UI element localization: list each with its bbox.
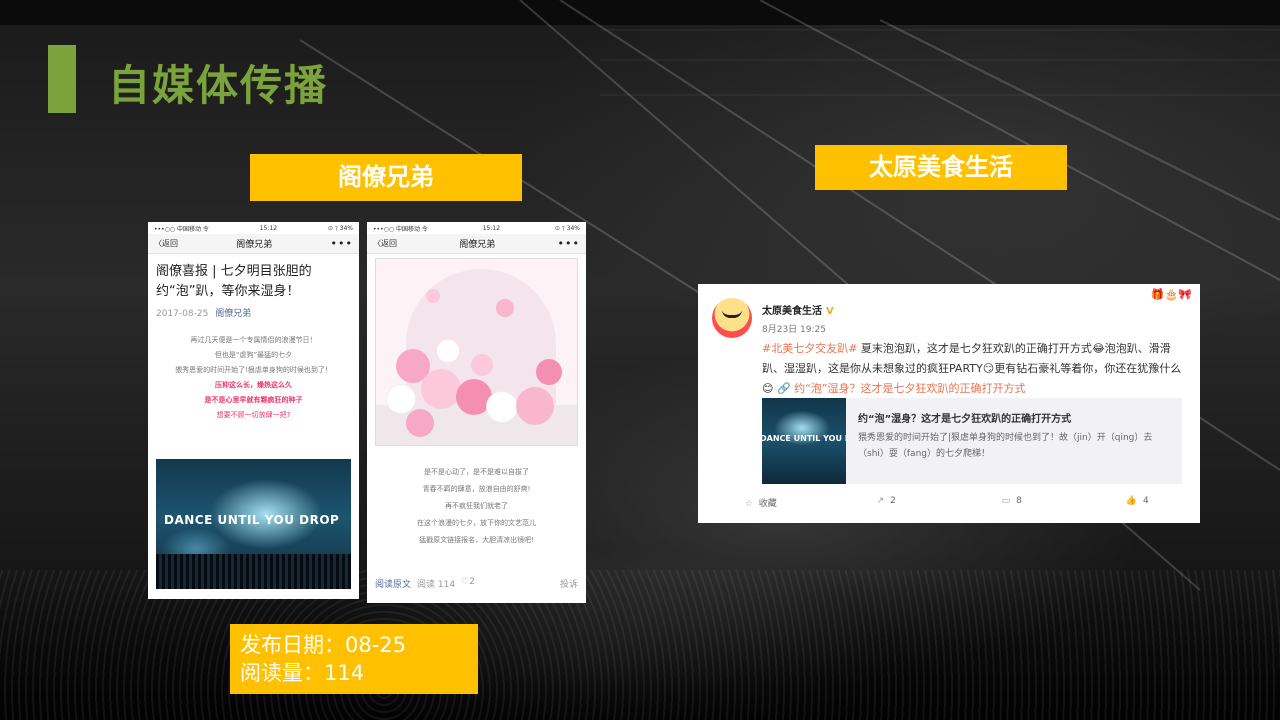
- body-line: 再过几天便是一个专属情侣的浪漫节日！: [190, 336, 317, 344]
- avatar[interactable]: [712, 298, 752, 338]
- phone-screenshot-article-top: •••○○ 中国移动 令 15:12 ⊙ ⁊ 34% 〈返回 阁僚兄弟 ••• …: [148, 222, 359, 599]
- battery-text: ⊙ ⁊ 34%: [554, 224, 580, 232]
- weibo-post-time: 8月23日 19:25: [762, 325, 826, 335]
- read-count-summary: 阅读量：114: [240, 661, 365, 685]
- nav-title: 阁僚兄弟: [459, 240, 496, 250]
- article-link[interactable]: 🔗 约“泡”湿身？这才是七夕狂欢趴的正确打开方式: [773, 382, 1026, 395]
- body-line: 猛戳原文链接报名，大胆清凉出镜吧!: [419, 536, 534, 544]
- time-text: 15:12: [482, 224, 501, 232]
- publish-info-box: 发布日期：08-25 阅读量：114: [230, 624, 478, 694]
- body-line: 猥秀恩爱的时间开始了!狠虐单身狗的时候也到了！: [175, 366, 332, 374]
- decoration-icon: 🎁🎂🎀: [1150, 288, 1192, 301]
- hashtag-link[interactable]: #北美七夕交友趴#: [762, 342, 857, 355]
- image-crowd: [156, 554, 351, 589]
- title-accent-bar: [48, 45, 76, 113]
- article-date: 2017-08-25: [156, 309, 209, 319]
- report-link[interactable]: 投诉: [560, 577, 578, 590]
- body-line-highlight: 是不是心里早就有颗疯狂的种子: [204, 396, 303, 404]
- comment-button[interactable]: ▭ 8: [949, 496, 1075, 509]
- back-button[interactable]: 〈返回: [373, 238, 397, 249]
- read-count: 阅读 114: [417, 580, 456, 590]
- body-line: 但也是“虐狗”最猛的七夕: [214, 351, 293, 359]
- favorite-button[interactable]: ☆ 收藏: [698, 496, 824, 509]
- shared-article-title: 约“泡”湿身？这才是七夕狂欢趴的正确打开方式: [858, 414, 1072, 425]
- repost-button[interactable]: ↗ 2: [824, 496, 950, 509]
- emoji-icon: 😊: [762, 382, 774, 395]
- avatar-smile: [722, 310, 742, 318]
- weibo-username[interactable]: 太原美食生活 V: [762, 302, 834, 317]
- body-line-highlight: 压抑这么长，燥热这么久: [215, 381, 292, 389]
- dance-party-image: DANCE UNTIL YOU DROP: [156, 459, 351, 589]
- more-menu-icon[interactable]: •••: [331, 237, 353, 250]
- like-button[interactable]: 👍 4: [1075, 496, 1201, 509]
- star-icon: ☆: [744, 499, 753, 509]
- carrier-text: •••○○ 中国移动 令: [373, 225, 428, 233]
- carrier-text: •••○○ 中国移动 令: [154, 225, 209, 233]
- slide-title: 自媒体传播: [108, 61, 329, 110]
- weibo-post-card: 太原美食生活 V 8月23日 19:25 🎁🎂🎀 #北美七夕交友趴# 夏末泡泡趴，…: [698, 284, 1200, 523]
- body-line: 是不是心动了，是不是难以自拔了: [424, 468, 529, 476]
- time-text: 15:12: [259, 224, 278, 232]
- status-bar: •••○○ 中国移动 令 15:12 ⊙ ⁊ 34%: [148, 222, 359, 234]
- emoji-icon: 😏: [982, 362, 995, 375]
- publish-date: 发布日期：08-25: [240, 633, 407, 657]
- shared-article-image: DANCE UNTIL YOU D: [762, 398, 846, 484]
- body-line: 青春不羁的肆意，放浪自由的舒爽!: [422, 485, 531, 493]
- article-footer: 阅读原文 阅读 114 ♡2 投诉: [367, 577, 586, 590]
- thumbs-up-icon: 👍: [1125, 496, 1137, 506]
- phone-screenshot-article-bottom: •••○○ 中国移动 令 15:12 ⊙ ⁊ 34% 〈返回 阁僚兄弟 ••• …: [367, 222, 586, 603]
- label-left-account: 阁僚兄弟: [250, 154, 522, 201]
- body-line: 再不疯狂我们就老了: [445, 502, 508, 510]
- article-meta: 2017-08-25 阁僚兄弟: [148, 302, 359, 323]
- nav-bar: 〈返回 阁僚兄弟 •••: [367, 234, 586, 254]
- body-line: 在这个浪漫的七夕，放下你的文艺范儿: [417, 519, 536, 527]
- weibo-post-text: #北美七夕交友趴# 夏末泡泡趴，这才是七夕狂欢趴的正确打开方式😂泡泡趴、滑滑趴、…: [762, 342, 1182, 395]
- like-button[interactable]: ♡2: [461, 577, 475, 590]
- share-icon: ↗: [876, 496, 885, 506]
- nav-bar: 〈返回 阁僚兄弟 •••: [148, 234, 359, 254]
- more-menu-icon[interactable]: •••: [558, 237, 580, 250]
- balloon-decor-image: [375, 258, 578, 446]
- article-body: 是不是心动了，是不是难以自拔了 青春不羁的肆意，放浪自由的舒爽! 再不疯狂我们就…: [367, 464, 586, 549]
- battery-text: ⊙ ⁊ 34%: [327, 224, 353, 232]
- label-right-account: 太原美食生活: [815, 145, 1067, 190]
- read-original-link[interactable]: 阅读原文: [375, 577, 411, 590]
- weibo-action-bar: ☆ 收藏 ↗ 2 ▭ 8 👍 4: [698, 496, 1200, 509]
- status-bar: •••○○ 中国移动 令 15:12 ⊙ ⁊ 34%: [367, 222, 586, 234]
- back-button[interactable]: 〈返回: [154, 238, 178, 249]
- image-caption: DANCE UNTIL YOU DROP: [164, 513, 340, 527]
- comment-icon: ▭: [1001, 496, 1011, 506]
- verified-icon: V: [826, 306, 834, 317]
- article-body: 再过几天便是一个专属情侣的浪漫节日！ 但也是“虐狗”最猛的七夕 猥秀恩爱的时间开…: [148, 333, 359, 423]
- body-line-highlight: 想要不顾一切放肆一把?: [216, 411, 291, 419]
- shared-image-caption: DANCE UNTIL YOU D: [762, 434, 846, 443]
- article-title: 阁僚喜报 | 七夕明目张胆的约“泡”趴，等你来湿身！: [156, 264, 312, 299]
- nav-title: 阁僚兄弟: [236, 240, 273, 250]
- shared-article-desc: 猥秀恩爱的时间开始了|狠虐单身狗的时候也到了！故（jin）开（qing）去（sh…: [858, 433, 1153, 459]
- shared-article-card[interactable]: DANCE UNTIL YOU D 约“泡”湿身？这才是七夕狂欢趴的正确打开方式…: [762, 398, 1182, 484]
- emoji-icon: 😂: [1091, 342, 1105, 355]
- article-source-link[interactable]: 阁僚兄弟: [215, 309, 251, 319]
